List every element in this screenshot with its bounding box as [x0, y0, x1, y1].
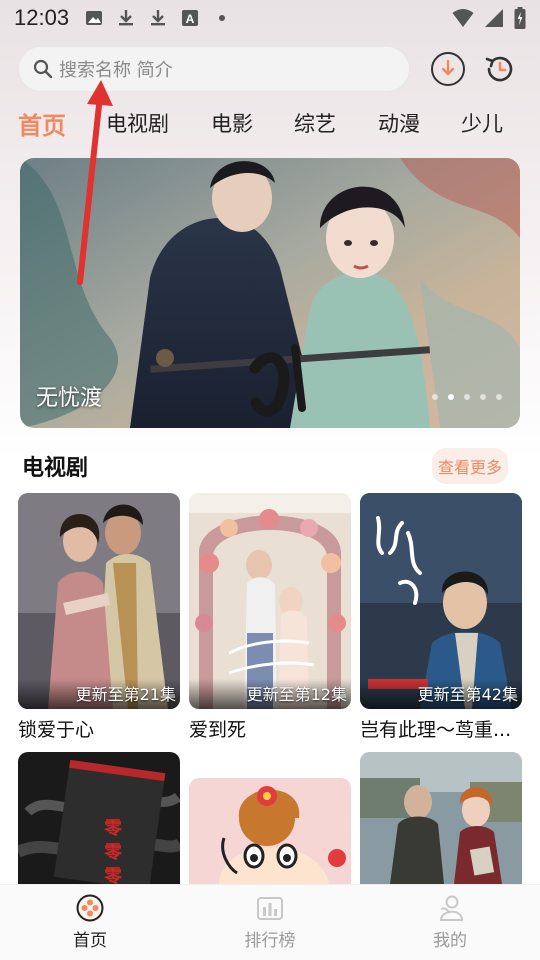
banner-title: 无忧渡 [36, 386, 103, 411]
media-card[interactable]: 零 零 零 [18, 752, 180, 884]
poster-image [360, 752, 522, 884]
status-time: 12:03 [14, 5, 70, 30]
download-button[interactable] [431, 52, 465, 86]
update-status: 更新至第21集 [75, 685, 176, 704]
download-icon [151, 10, 166, 26]
search-row: 搜索名称 简介 [18, 46, 522, 92]
svg-text:零: 零 [103, 842, 123, 863]
banner-dot[interactable] [480, 394, 486, 400]
media-card[interactable] [189, 778, 351, 884]
banner-dot[interactable] [464, 394, 470, 400]
tv-section-header: 电视剧 查看更多 [22, 446, 508, 486]
poster [189, 778, 351, 884]
system-icons [452, 7, 526, 29]
battery-icon [514, 7, 526, 29]
svg-text:零: 零 [103, 866, 123, 884]
tab-home[interactable]: 首页 [18, 106, 66, 141]
banner-dot[interactable] [496, 394, 502, 400]
dot-icon [219, 15, 226, 21]
poster-image [18, 493, 180, 709]
nav-profile[interactable]: 我的 [390, 894, 510, 951]
notification-icons: A [85, 9, 231, 27]
nav-ranking[interactable]: 排行榜 [210, 894, 330, 951]
category-tabs: 首页 电视剧 电影 综艺 动漫 少儿 [18, 104, 522, 142]
poster: 更新至第42集 [360, 493, 522, 709]
download-icon [119, 10, 134, 26]
featured-banner[interactable]: 无忧渡 [20, 158, 520, 428]
profile-icon [439, 895, 464, 921]
nav-home[interactable]: 首页 [30, 894, 150, 951]
poster: 更新至第21集 [18, 493, 180, 709]
wifi-icon [452, 9, 474, 27]
view-more-button[interactable]: 查看更多 [431, 448, 508, 484]
nav-label: 排行榜 [244, 931, 296, 951]
history-button[interactable] [483, 52, 517, 86]
media-card[interactable] [360, 752, 522, 884]
banner-dot[interactable] [432, 394, 438, 400]
tab-kids[interactable]: 少儿 [461, 108, 503, 138]
search-icon [33, 59, 53, 79]
tab-anime[interactable]: 动漫 [378, 108, 420, 138]
search-placeholder: 搜索名称 简介 [59, 60, 173, 81]
a-icon: A [182, 10, 199, 26]
image-icon [86, 11, 103, 25]
banner-pagination[interactable] [432, 394, 502, 400]
media-card[interactable]: 更新至第42集 岂有此理～茑重... [360, 493, 522, 742]
ranking-icon [257, 897, 283, 920]
home-film-icon [76, 894, 104, 922]
poster-image [189, 493, 351, 709]
download-circle-icon [441, 59, 455, 76]
svg-text:零: 零 [103, 818, 123, 839]
nav-label: 首页 [73, 931, 107, 951]
poster [360, 752, 522, 884]
section-title: 电视剧 [22, 456, 89, 481]
tab-movies[interactable]: 电影 [211, 108, 253, 138]
update-status: 更新至第42集 [417, 685, 518, 704]
poster-image: 零 零 零 [18, 752, 180, 884]
poster: 零 零 零 [18, 752, 180, 884]
poster-image [189, 778, 351, 884]
tab-variety[interactable]: 综艺 [294, 108, 336, 138]
media-card[interactable]: 更新至第21集 锁爱于心 [18, 493, 180, 742]
card-title: 锁爱于心 [18, 719, 95, 741]
update-status: 更新至第12集 [246, 685, 347, 704]
nav-label: 我的 [433, 931, 467, 951]
search-input[interactable]: 搜索名称 简介 [18, 46, 410, 92]
bottom-navigation: 首页 排行榜 我的 [0, 884, 540, 960]
poster-image [360, 493, 522, 709]
status-bar: 12:03 A [0, 0, 540, 36]
tab-tv-series[interactable]: 电视剧 [106, 108, 169, 138]
svg-text:A: A [186, 12, 195, 26]
banner-dot-active[interactable] [448, 394, 454, 400]
history-icon [485, 56, 513, 82]
media-card[interactable]: 更新至第12集 爱到死 [189, 493, 351, 742]
card-title: 爱到死 [189, 719, 247, 741]
poster: 更新至第12集 [189, 493, 351, 709]
signal-icon [485, 9, 503, 27]
card-title: 岂有此理～茑重... [360, 719, 512, 741]
